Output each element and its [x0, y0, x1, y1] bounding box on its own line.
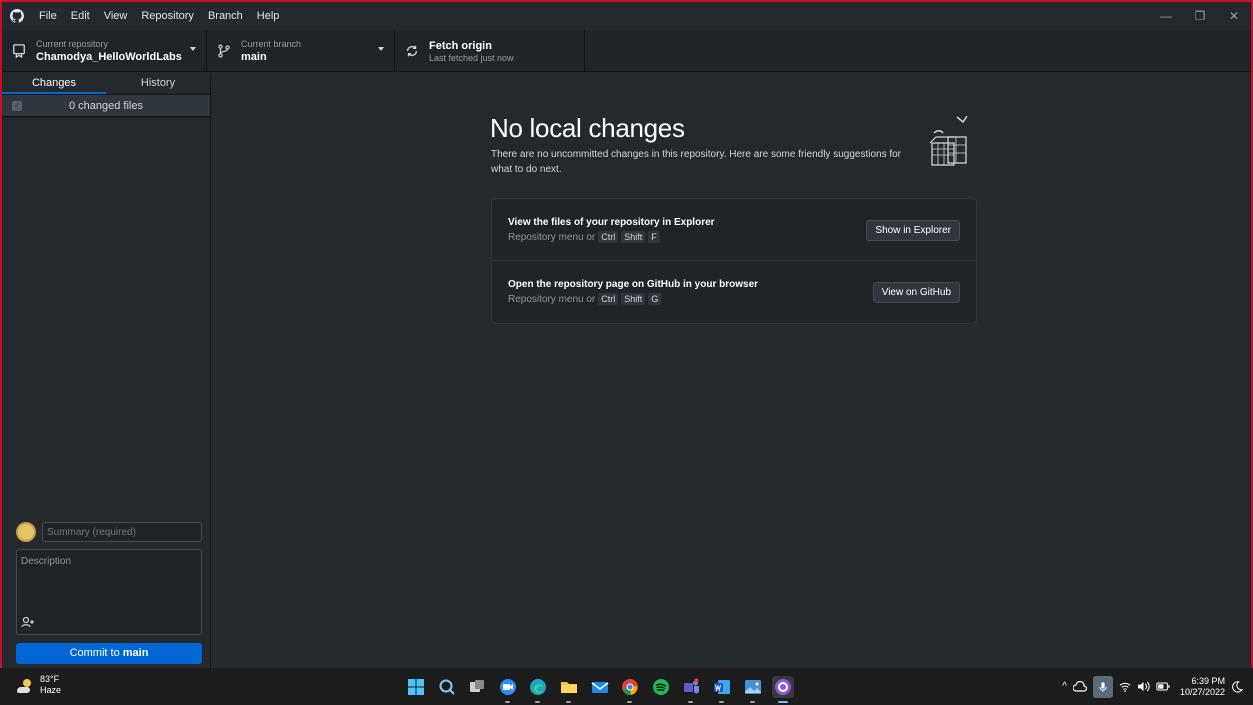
show-in-explorer-button[interactable]: Show in Explorer — [866, 220, 960, 241]
tab-history[interactable]: History — [106, 73, 210, 94]
kbd-key: Shift — [621, 231, 646, 243]
wifi-icon[interactable] — [1119, 682, 1131, 692]
weather-condition: Haze — [40, 685, 62, 695]
suggestion-title: View the files of your repository in Exp… — [508, 217, 715, 228]
list-item: View the files of your repository in Exp… — [492, 199, 976, 261]
summary-input[interactable] — [42, 522, 202, 542]
clock-date: 10/27/2022 — [1179, 686, 1225, 697]
restore-button[interactable]: ❐ — [1183, 2, 1217, 30]
chevron-up-icon[interactable]: ^ — [1062, 681, 1067, 692]
microphone-icon[interactable] — [1092, 675, 1113, 698]
focus-assist-icon[interactable] — [1231, 680, 1243, 693]
teams-icon[interactable] — [680, 676, 702, 703]
commit-prefix: Commit to — [69, 647, 123, 659]
sidebar-tabs: Changes History — [2, 73, 210, 95]
cloud-sync-icon[interactable] — [1072, 680, 1087, 693]
avatar — [16, 522, 36, 542]
spotify-icon[interactable] — [650, 676, 672, 698]
page-description: There are no uncommitted changes in this… — [491, 149, 902, 175]
system-tray: ^ 6:39 PM 10/27/2022 — [1056, 668, 1243, 705]
chevron-down-icon — [378, 47, 384, 51]
suggestions-list: View the files of your repository in Exp… — [491, 198, 977, 324]
branch-selector[interactable]: Current branch main — [207, 30, 395, 72]
repo-name: Chamodya_HelloWorldLabs — [36, 50, 182, 63]
description-placeholder: Description — [21, 556, 72, 567]
menu-edit[interactable]: Edit — [64, 2, 97, 30]
menu-help[interactable]: Help — [250, 2, 287, 30]
suggestion-title: Open the repository page on GitHub in yo… — [508, 279, 759, 290]
tab-changes[interactable]: Changes — [2, 73, 106, 94]
edge-icon[interactable] — [527, 676, 549, 703]
changed-files-count: 0 changed files — [69, 99, 143, 112]
commit-area: Description Commit to main — [2, 513, 210, 670]
page-title: No local changes — [490, 113, 685, 143]
changes-header: ✓ 0 changed files — [2, 95, 210, 117]
taskbar: 83°F Haze ^ 6:39 PM 10/27/2022 — [0, 668, 1253, 705]
menu-repository[interactable]: Repository — [134, 2, 201, 30]
toolbar: Current repository Chamodya_HelloWorldLa… — [2, 30, 1251, 72]
menu-branch[interactable]: Branch — [201, 2, 250, 30]
hint-text: Repository menu or — [508, 231, 596, 243]
branch-icon — [213, 44, 235, 58]
battery-icon[interactable] — [1156, 682, 1170, 691]
minimize-button[interactable]: — — [1149, 2, 1183, 30]
sync-icon — [401, 44, 423, 58]
repo-label: Current repository — [36, 38, 109, 49]
volume-icon[interactable] — [1137, 681, 1150, 692]
fetch-title: Fetch origin — [429, 39, 492, 52]
taskbar-apps — [405, 676, 803, 703]
app-window: File Edit View Repository Branch Help — … — [0, 0, 1253, 705]
kbd-key: G — [648, 293, 662, 305]
kbd-key: Ctrl — [598, 231, 619, 243]
suggestion-hint: Repository menu or Ctrl Shift G — [508, 293, 662, 305]
sidebar: Changes History ✓ 0 changed files Descri… — [2, 73, 211, 670]
title-bar: File Edit View Repository Branch Help — … — [2, 2, 1251, 30]
clock-time: 6:39 PM — [1191, 675, 1225, 686]
start-icon[interactable] — [405, 676, 427, 698]
close-button[interactable]: ✕ — [1217, 2, 1251, 30]
empty-state-illustration-icon — [929, 115, 968, 166]
commit-branch: main — [122, 647, 149, 659]
zoom-icon[interactable] — [497, 676, 519, 703]
list-item: Open the repository page on GitHub in yo… — [492, 261, 976, 323]
github-desktop-icon[interactable] — [772, 676, 795, 703]
window-controls: — ❐ ✕ — [1149, 2, 1251, 30]
github-logo-icon — [2, 2, 32, 30]
task-view-icon[interactable] — [466, 676, 488, 698]
fetch-origin-button[interactable]: Fetch origin Last fetched just now — [395, 30, 585, 72]
select-all-checkbox[interactable]: ✓ — [12, 100, 22, 111]
description-input[interactable]: Description — [16, 549, 202, 635]
weather-temp: 83°F — [40, 674, 60, 684]
word-icon[interactable] — [711, 676, 733, 703]
add-coauthor-icon[interactable] — [21, 616, 35, 628]
suggestion-hint: Repository menu or Ctrl Shift F — [508, 231, 660, 243]
kbd-key: Ctrl — [598, 293, 619, 305]
commit-button[interactable]: Commit to main — [16, 643, 202, 664]
mail-icon[interactable] — [589, 676, 611, 698]
repository-selector[interactable]: Current repository Chamodya_HelloWorldLa… — [2, 30, 207, 72]
main-panel: No local changes There are no uncommitte… — [212, 73, 1251, 670]
menu-view[interactable]: View — [97, 2, 135, 30]
chrome-icon[interactable] — [619, 676, 641, 703]
photos-icon[interactable] — [742, 676, 764, 703]
search-icon[interactable] — [436, 676, 458, 698]
kbd-key: F — [648, 231, 660, 243]
kbd-key: Shift — [621, 293, 646, 305]
file-explorer-icon[interactable] — [558, 676, 580, 703]
chevron-down-icon — [190, 47, 196, 51]
fetch-subtitle: Last fetched just now — [429, 52, 514, 63]
weather-haze-icon — [17, 679, 31, 693]
view-on-github-button[interactable]: View on GitHub — [872, 282, 960, 303]
clock[interactable]: 6:39 PM 10/27/2022 — [1180, 676, 1225, 698]
menu-file[interactable]: File — [32, 2, 64, 30]
branch-name: main — [241, 50, 267, 63]
branch-label: Current branch — [241, 38, 302, 49]
hint-text: Repository menu or — [508, 293, 596, 305]
weather-widget[interactable]: 83°F Haze — [14, 674, 61, 696]
repo-icon — [8, 44, 30, 58]
